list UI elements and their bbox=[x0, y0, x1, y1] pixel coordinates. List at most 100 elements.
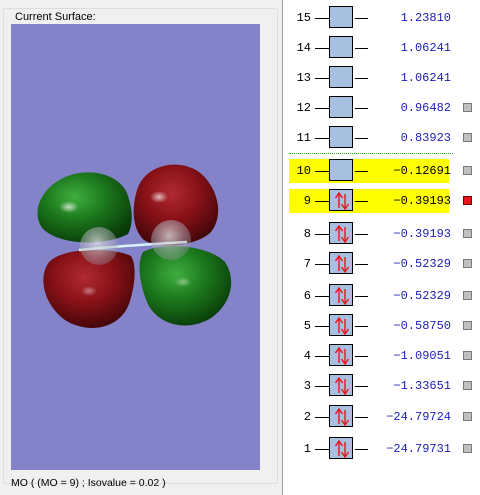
orbital-level-box[interactable] bbox=[329, 36, 353, 58]
orbital-row[interactable]: 14 1.06241 bbox=[289, 36, 451, 60]
orbital-number: 15 bbox=[296, 11, 311, 25]
orbital-level-box[interactable] bbox=[329, 405, 353, 427]
orbital-3d-viewport[interactable] bbox=[11, 24, 260, 470]
level-line-right bbox=[355, 48, 368, 49]
orbital-level-box[interactable] bbox=[329, 96, 353, 118]
orbital-select-checkbox[interactable] bbox=[463, 444, 472, 453]
orbital-row[interactable]: 6 −0.52329 bbox=[289, 284, 451, 308]
homo-lumo-divider bbox=[289, 153, 453, 154]
level-line-left bbox=[315, 449, 329, 450]
orbital-row[interactable]: 7 −0.52329 bbox=[289, 252, 451, 276]
orbital-level-box[interactable] bbox=[329, 66, 353, 88]
level-line-left bbox=[315, 201, 329, 202]
orbital-number: 6 bbox=[303, 289, 311, 303]
orbital-energy: 1.06241 bbox=[400, 41, 451, 55]
atom-right bbox=[151, 220, 191, 260]
orbital-row[interactable]: 9 −0.39193 bbox=[289, 189, 451, 213]
orbital-select-checkbox[interactable] bbox=[463, 229, 472, 238]
orbital-number: 12 bbox=[296, 101, 311, 115]
orbital-select-checkbox[interactable] bbox=[463, 166, 472, 175]
level-line-right bbox=[355, 386, 368, 387]
orbital-select-checkbox[interactable] bbox=[463, 259, 472, 268]
orbital-level-box[interactable] bbox=[329, 189, 353, 211]
orbital-number: 4 bbox=[303, 349, 311, 363]
surface-panel: Current Surface: MO ((MO = 9) ; Isovalu… bbox=[0, 0, 280, 495]
orbital-row[interactable]: 5 −0.58750 bbox=[289, 314, 451, 338]
orbital-number: 10 bbox=[296, 164, 311, 178]
level-line-left bbox=[315, 18, 329, 19]
orbital-select-checkbox[interactable] bbox=[463, 196, 472, 205]
level-line-right bbox=[355, 296, 368, 297]
orbital-energy: −0.12691 bbox=[393, 164, 451, 178]
orbital-select-checkbox[interactable] bbox=[463, 133, 472, 142]
orbital-row[interactable]: 8 −0.39193 bbox=[289, 222, 451, 246]
orbital-energy: 1.23810 bbox=[400, 11, 451, 25]
orbital-row[interactable]: 2 −24.79724 bbox=[289, 405, 451, 429]
orbital-lobe-upper-left bbox=[37, 172, 132, 243]
level-line-right bbox=[355, 78, 368, 79]
orbital-level-box[interactable] bbox=[329, 284, 353, 306]
orbital-number: 8 bbox=[303, 227, 311, 241]
orbital-select-checkbox[interactable] bbox=[463, 351, 472, 360]
level-line-left bbox=[315, 326, 329, 327]
orbital-surface-render[interactable] bbox=[11, 24, 260, 470]
orbital-select-checkbox[interactable] bbox=[463, 291, 472, 300]
orbital-level-box[interactable] bbox=[329, 6, 353, 28]
level-line-right bbox=[355, 201, 368, 202]
level-line-left bbox=[315, 234, 329, 235]
orbital-level-box[interactable] bbox=[329, 159, 353, 181]
orbital-energy: −24.79724 bbox=[386, 410, 451, 424]
orbital-row[interactable]: 13 1.06241 bbox=[289, 66, 451, 90]
orbital-level-box[interactable] bbox=[329, 314, 353, 336]
level-line-left bbox=[315, 171, 329, 172]
level-line-right bbox=[355, 417, 368, 418]
level-line-left bbox=[315, 48, 329, 49]
orbital-energy: 0.83923 bbox=[400, 131, 451, 145]
orbital-level-box[interactable] bbox=[329, 437, 353, 459]
orbital-select-checkbox[interactable] bbox=[463, 103, 472, 112]
orbital-energy: −0.52329 bbox=[393, 257, 451, 271]
orbital-number: 14 bbox=[296, 41, 311, 55]
level-line-left bbox=[315, 356, 329, 357]
orbital-number: 3 bbox=[303, 379, 311, 393]
orbital-row[interactable]: 12 0.96482 bbox=[289, 96, 451, 120]
orbital-level-box[interactable] bbox=[329, 252, 353, 274]
orbital-select-checkbox[interactable] bbox=[463, 381, 472, 390]
level-line-left bbox=[315, 138, 329, 139]
level-line-right bbox=[355, 326, 368, 327]
orbital-row[interactable]: 4 −1.09051 bbox=[289, 344, 451, 368]
orbital-level-box[interactable] bbox=[329, 222, 353, 244]
orbital-level-box[interactable] bbox=[329, 344, 353, 366]
orbital-level-box[interactable] bbox=[329, 126, 353, 148]
orbital-row[interactable]: 1 −24.79731 bbox=[289, 437, 451, 461]
orbital-energy: −1.09051 bbox=[393, 349, 451, 363]
orbital-row[interactable]: 11 0.83923 bbox=[289, 126, 451, 150]
orbital-number: 11 bbox=[296, 131, 311, 145]
level-line-left bbox=[315, 296, 329, 297]
orbital-energy: −0.52329 bbox=[393, 289, 451, 303]
orbital-number: 5 bbox=[303, 319, 311, 333]
level-line-left bbox=[315, 417, 329, 418]
level-line-left bbox=[315, 108, 329, 109]
orbital-select-checkbox[interactable] bbox=[463, 321, 472, 330]
orbital-energy: 1.06241 bbox=[400, 71, 451, 85]
level-line-right bbox=[355, 264, 368, 265]
level-line-right bbox=[355, 108, 368, 109]
orbital-energy: −1.33651 bbox=[393, 379, 451, 393]
orbital-number: 9 bbox=[303, 194, 311, 208]
orbital-energy: −24.79731 bbox=[386, 442, 451, 456]
orbital-level-box[interactable] bbox=[329, 374, 353, 396]
orbital-energy: −0.58750 bbox=[393, 319, 451, 333]
orbital-row[interactable]: 15 1.23810 bbox=[289, 6, 451, 30]
level-line-right bbox=[355, 18, 368, 19]
orbital-select-checkbox[interactable] bbox=[463, 412, 472, 421]
level-line-left bbox=[315, 264, 329, 265]
current-surface-label: Current Surface: bbox=[13, 11, 98, 24]
orbital-row[interactable]: 10 −0.12691 bbox=[289, 159, 451, 183]
orbital-number: 1 bbox=[303, 442, 311, 456]
orbital-number: 13 bbox=[296, 71, 311, 85]
orbital-row[interactable]: 3 −1.33651 bbox=[289, 374, 451, 398]
surface-status-text: MO ( (MO = 9) ; Isovalue = 0.02 ) bbox=[11, 477, 166, 489]
orbital-number: 2 bbox=[303, 410, 311, 424]
atom-left bbox=[80, 227, 118, 265]
